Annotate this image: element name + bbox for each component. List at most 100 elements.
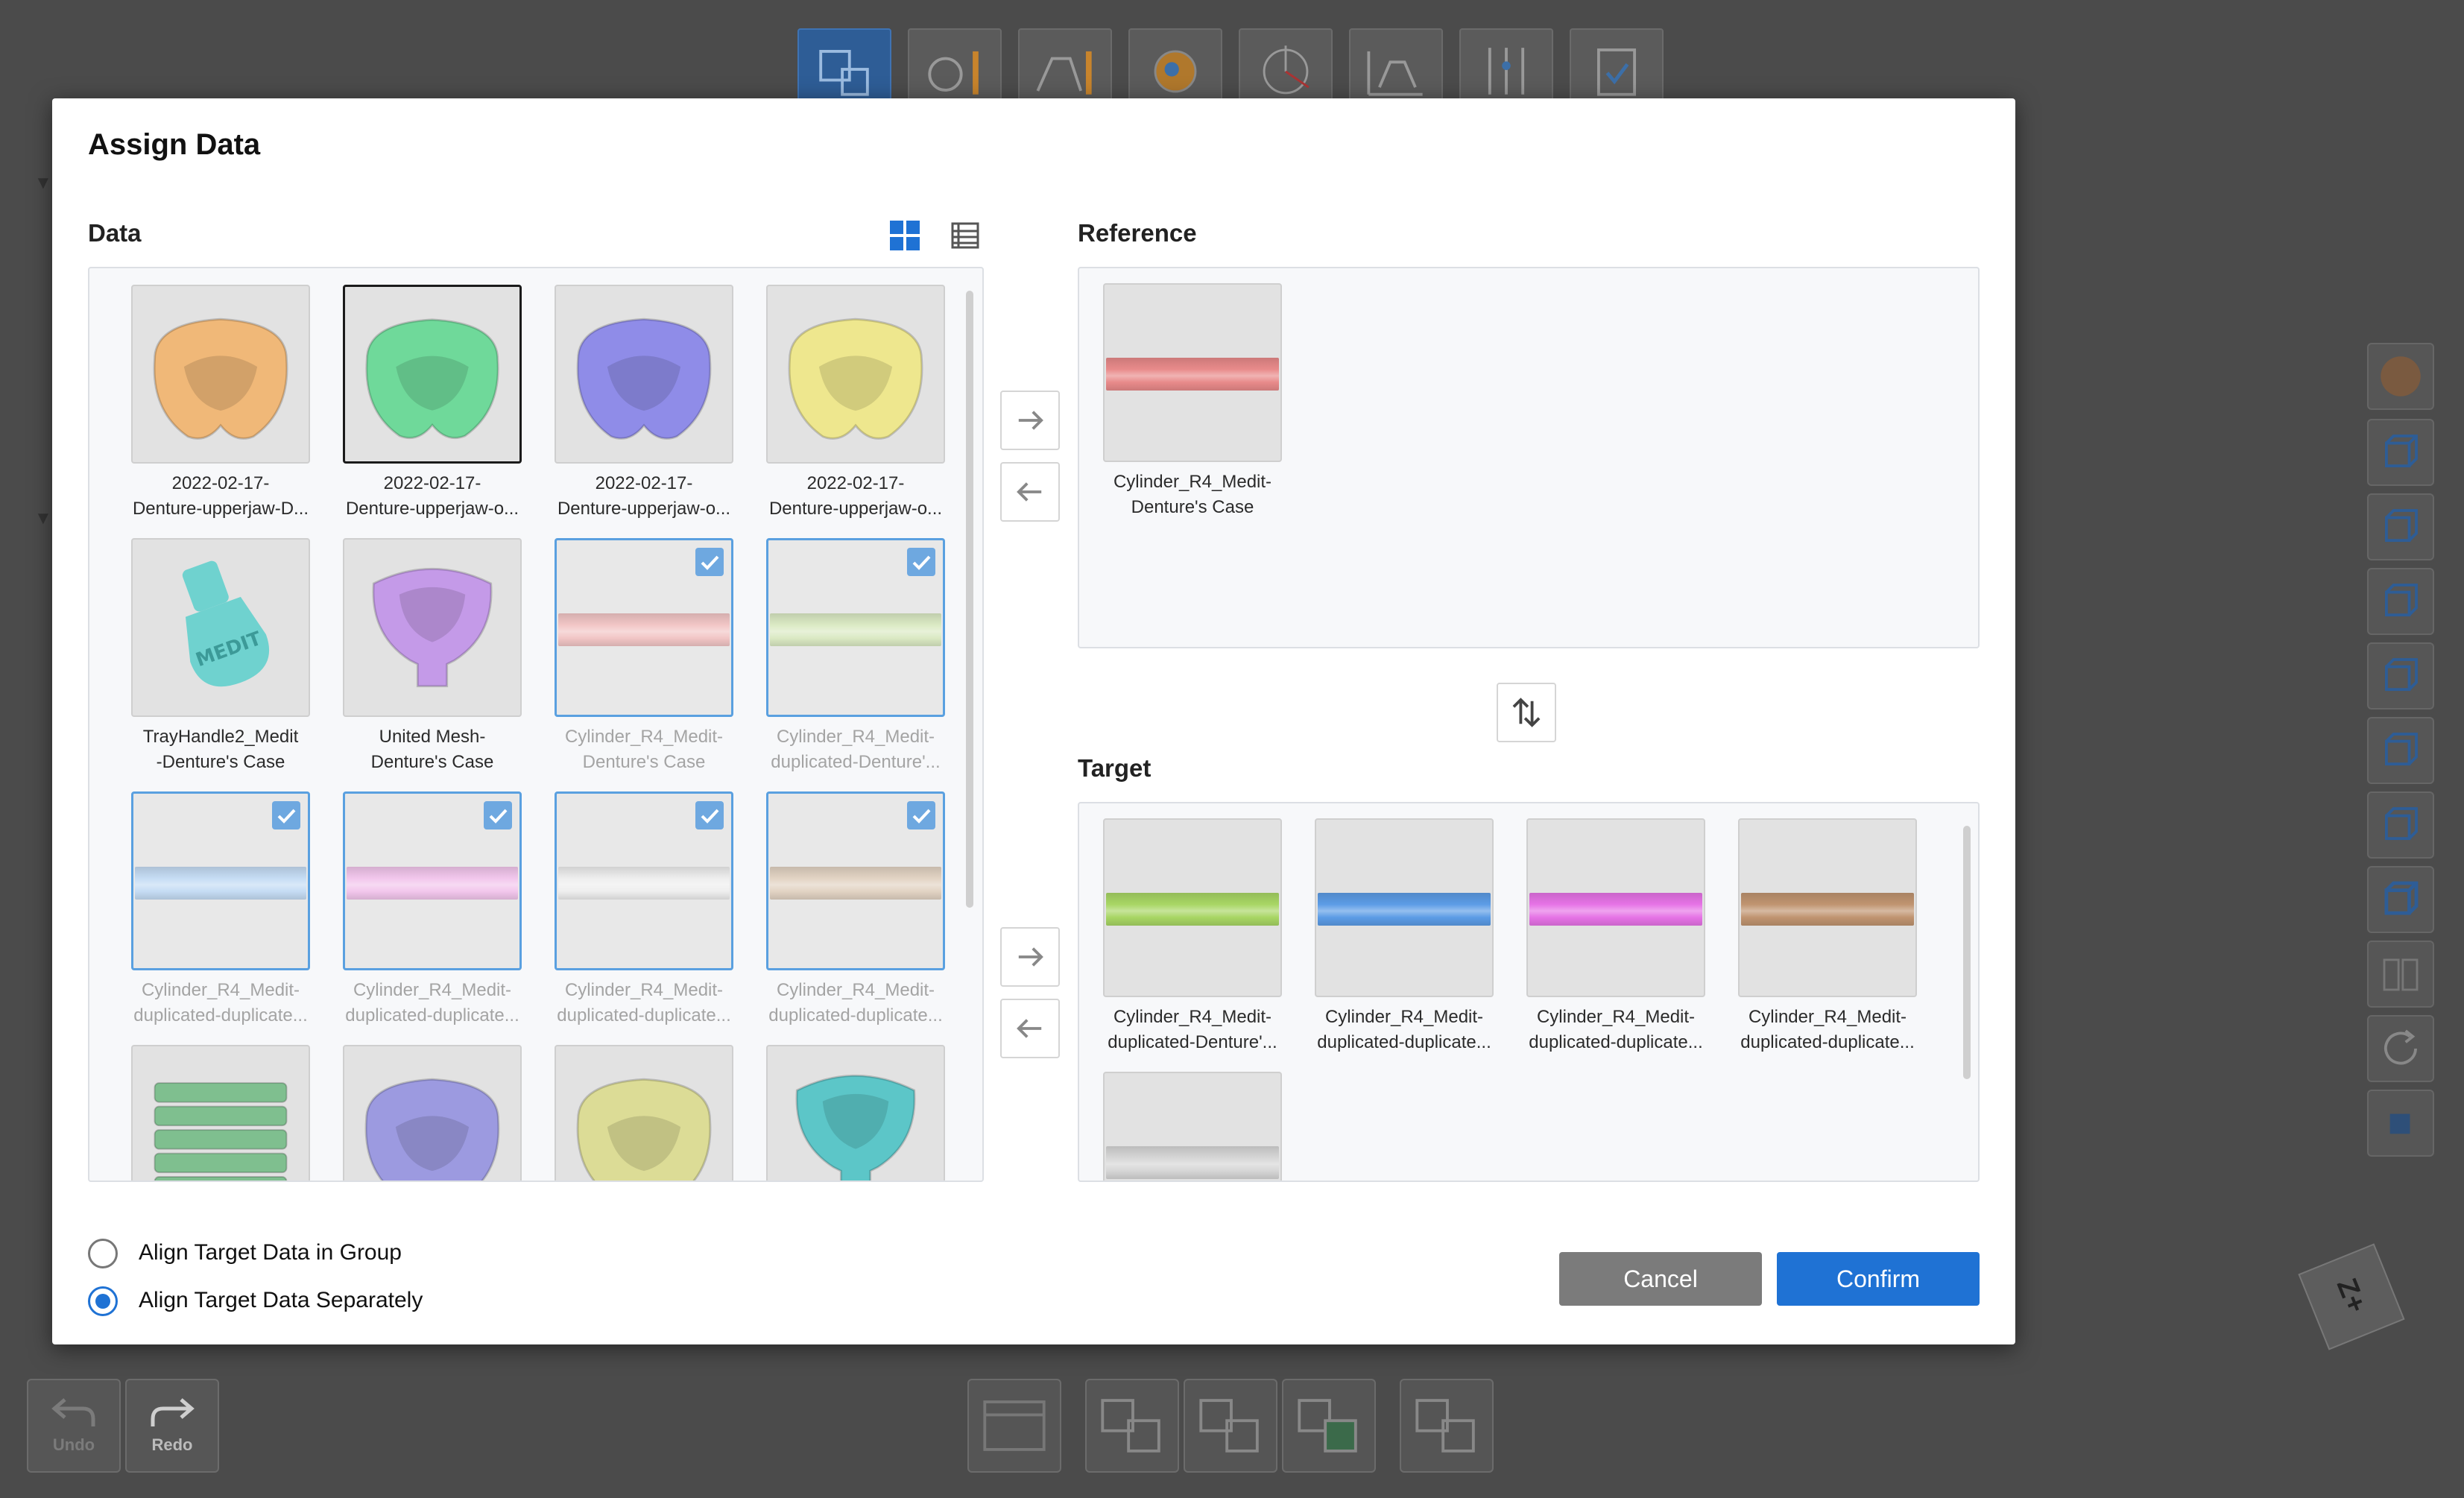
remove-target-button[interactable]	[1000, 999, 1060, 1058]
swap-button[interactable]	[1497, 683, 1556, 742]
data-thumbnail[interactable]	[131, 285, 310, 464]
align-separately-radio[interactable]	[88, 1286, 118, 1316]
target-list-scrollbar[interactable]	[1963, 826, 1971, 1079]
compare-table-icon[interactable]	[967, 1379, 1061, 1473]
view-right-icon[interactable]	[2367, 642, 2434, 710]
data-list-scrollbar[interactable]	[966, 291, 973, 908]
data-thumbnail[interactable]	[343, 1045, 522, 1181]
cylinder-model-icon	[558, 613, 730, 646]
align-point-icon[interactable]	[1184, 1379, 1277, 1473]
caption-line2: Denture-upperjaw-o...	[768, 499, 943, 519]
align-group-radio[interactable]	[88, 1239, 118, 1268]
data-tile[interactable]: Cylinder_R4_Medit- Denture's Case	[555, 538, 733, 775]
remove-reference-button[interactable]	[1000, 462, 1060, 522]
split-view-icon[interactable]	[2367, 941, 2434, 1008]
data-thumbnail[interactable]	[1103, 818, 1282, 997]
data-tile[interactable]: 2022-02-17- Denture-upperjaw-o...	[555, 285, 733, 522]
data-list-panel[interactable]: 2022-02-17- Denture-upperjaw-D... 2022-02-…	[88, 267, 984, 1182]
data-thumbnail[interactable]	[555, 1045, 733, 1181]
target-panel[interactable]: Cylinder_R4_Medit-duplicated-Denture'...…	[1078, 802, 1980, 1182]
redo-button[interactable]: Redo	[125, 1379, 219, 1473]
align-initial-icon[interactable]	[1085, 1379, 1179, 1473]
confirm-button[interactable]: Confirm	[1777, 1252, 1980, 1306]
data-thumbnail[interactable]	[766, 791, 945, 970]
collapse-arrow-icon[interactable]: ▼	[34, 508, 52, 529]
checkbox-checked-icon[interactable]	[907, 548, 935, 576]
caption-line1: Cylinder_R4_Medit-	[1536, 1007, 1696, 1027]
data-tile[interactable]: Cylinder_R4_Medit-duplicated-duplicate..…	[555, 791, 733, 1028]
data-tile[interactable]: 2022-02-17- Denture-upperjaw-o...	[343, 285, 522, 522]
data-tile[interactable]: Cylinder_R4_Medit-duplicated-duplicate..…	[1526, 818, 1705, 1055]
data-tile[interactable]: Cylinder_R4_Medit-duplicated-Denture'...	[766, 538, 945, 775]
checkbox-checked-icon[interactable]	[695, 801, 724, 829]
list-view-icon[interactable]	[951, 222, 979, 249]
checkbox-checked-icon[interactable]	[484, 801, 512, 829]
data-tile[interactable]: Cylinder_R4_Medit-duplicated-duplicate..…	[131, 791, 310, 1028]
checkbox-checked-icon[interactable]	[695, 548, 724, 576]
data-thumbnail[interactable]	[131, 791, 310, 970]
data-tile[interactable]: United Mesh- Denture's Case	[343, 538, 522, 775]
data-thumbnail[interactable]	[1738, 818, 1917, 997]
reference-panel[interactable]: Cylinder_R4_Medit- Denture's Case	[1078, 267, 1980, 648]
data-thumbnail[interactable]	[343, 538, 522, 717]
cancel-button[interactable]: Cancel	[1559, 1252, 1762, 1306]
data-thumbnail[interactable]	[766, 285, 945, 464]
data-thumbnail[interactable]: MEDIT	[131, 538, 310, 717]
add-reference-button[interactable]	[1000, 391, 1060, 450]
data-tile[interactable]: Cylinder_R4_Medit- Denture's Case	[1103, 283, 1282, 520]
material-sphere-icon[interactable]	[2367, 343, 2434, 410]
data-tile-caption: Cylinder_R4_Medit- Denture's Case	[1103, 470, 1282, 520]
data-thumbnail[interactable]	[1315, 818, 1494, 997]
data-thumbnail[interactable]	[555, 791, 733, 970]
caption-line1: Cylinder_R4_Medit-	[353, 980, 512, 1000]
caption-line2: duplicated-duplicate...	[768, 1005, 943, 1025]
view-bottom-icon[interactable]	[2367, 791, 2434, 859]
data-tile[interactable]: 2022-02-17- Denture-upperjaw-o...	[766, 285, 945, 522]
view-left-icon[interactable]	[2367, 568, 2434, 635]
data-thumbnail[interactable]	[766, 538, 945, 717]
collapse-arrow-icon[interactable]: ▼	[34, 173, 52, 194]
data-tile[interactable]	[131, 1045, 310, 1181]
view-back-icon[interactable]	[2367, 717, 2434, 784]
cylinder-model-icon	[1318, 893, 1491, 926]
data-thumbnail[interactable]	[1103, 1072, 1282, 1181]
view-top-icon[interactable]	[2367, 419, 2434, 486]
jaw-model-icon	[153, 317, 288, 440]
data-tile[interactable]: Cylinder_R4_Medit-duplicated-duplicate..…	[1315, 818, 1494, 1055]
reference-section-label: Reference	[1078, 219, 1197, 247]
cylinder-model-icon	[558, 867, 730, 900]
data-tile[interactable]: Cylinder_R4_Medit-duplicated-duplicate..…	[766, 791, 945, 1028]
data-tile[interactable]: Cylinder_R4_Medit-duplicated-duplicate..…	[343, 791, 522, 1028]
reset-view-icon[interactable]	[2367, 1015, 2434, 1082]
cylinder-model-icon	[1529, 893, 1702, 926]
data-thumbnail[interactable]	[1103, 283, 1282, 462]
undo-button[interactable]: Undo	[27, 1379, 121, 1473]
data-tile[interactable]	[1103, 1072, 1282, 1181]
caption-line2: duplicated-Denture'...	[771, 752, 941, 772]
data-tile[interactable]	[343, 1045, 522, 1181]
data-thumbnail[interactable]	[131, 1045, 310, 1181]
solid-view-icon[interactable]	[2367, 1090, 2434, 1157]
align-best-fit-icon[interactable]	[1282, 1379, 1376, 1473]
data-thumbnail[interactable]	[343, 285, 522, 464]
data-tile[interactable]: Cylinder_R4_Medit-duplicated-duplicate..…	[1738, 818, 1917, 1055]
data-tile[interactable]	[766, 1045, 945, 1181]
align-transform-icon[interactable]	[1400, 1379, 1494, 1473]
checkbox-checked-icon[interactable]	[907, 801, 935, 829]
view-cube[interactable]: Z+	[2298, 1243, 2405, 1350]
data-tile[interactable]	[555, 1045, 733, 1181]
view-front-icon[interactable]	[2367, 493, 2434, 560]
data-tile[interactable]: Cylinder_R4_Medit-duplicated-Denture'...	[1103, 818, 1282, 1055]
data-thumbnail[interactable]	[766, 1045, 945, 1181]
data-thumbnail[interactable]	[1526, 818, 1705, 997]
checkbox-checked-icon[interactable]	[272, 801, 300, 829]
grid-view-icon[interactable]	[888, 219, 921, 252]
data-thumbnail[interactable]	[555, 285, 733, 464]
data-tile[interactable]: 2022-02-17- Denture-upperjaw-D...	[131, 285, 310, 522]
caption-line1: Cylinder_R4_Medit-	[141, 980, 300, 1000]
view-iso-icon[interactable]	[2367, 866, 2434, 933]
data-thumbnail[interactable]	[555, 538, 733, 717]
data-thumbnail[interactable]	[343, 791, 522, 970]
add-target-button[interactable]	[1000, 927, 1060, 987]
data-tile[interactable]: MEDIT TrayHandle2_Medit -Denture's Case	[131, 538, 310, 775]
